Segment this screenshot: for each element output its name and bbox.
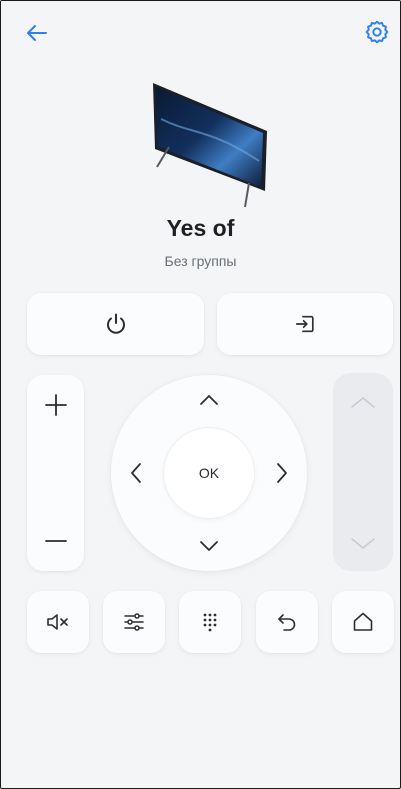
ok-button[interactable]: OK: [164, 428, 254, 518]
home-icon: [353, 612, 373, 631]
device-group: Без группы: [164, 253, 237, 269]
arrow-left-icon: [27, 25, 47, 41]
dpad-up-button[interactable]: [192, 383, 226, 417]
input-source-icon: [295, 315, 314, 333]
dpad-left-button[interactable]: [119, 456, 153, 490]
mute-button[interactable]: [27, 591, 89, 653]
settings-button[interactable]: [362, 17, 392, 47]
return-button[interactable]: [256, 591, 318, 653]
chevron-left-icon: [131, 463, 141, 483]
volume-rocker: [27, 375, 84, 571]
power-icon: [106, 313, 125, 334]
chevron-right-icon: [277, 463, 287, 483]
plus-icon: [44, 394, 67, 416]
channel-up-button[interactable]: [333, 385, 393, 421]
device-name: Yes of: [166, 215, 235, 241]
numpad-button[interactable]: [179, 591, 241, 653]
chevron-down-icon: [200, 541, 218, 551]
home-button[interactable]: [332, 591, 394, 653]
chevron-down-icon: [351, 538, 375, 549]
sliders-icon: [124, 613, 144, 631]
minus-icon: [44, 540, 67, 542]
volume-down-button[interactable]: [27, 523, 84, 559]
dpad-down-button[interactable]: [192, 529, 226, 563]
power-button[interactable]: [27, 293, 204, 355]
top-bar: [1, 1, 400, 63]
input-source-button[interactable]: [217, 293, 393, 355]
chevron-up-icon: [351, 397, 375, 408]
mute-icon: [47, 614, 68, 630]
menu-settings-button[interactable]: [103, 591, 165, 653]
dpad-right-button[interactable]: [265, 456, 299, 490]
volume-up-button[interactable]: [27, 387, 84, 423]
tv-image: [153, 83, 267, 208]
keypad-icon: [203, 613, 217, 632]
remote-screen: Yes of Без группы OK: [0, 0, 401, 789]
channel-rocker: [333, 373, 393, 571]
back-button[interactable]: [19, 19, 55, 47]
channel-down-button[interactable]: [333, 525, 393, 561]
chevron-up-icon: [200, 395, 218, 405]
dpad: OK: [111, 375, 307, 571]
gear-icon: [365, 20, 389, 44]
return-icon: [278, 614, 296, 631]
